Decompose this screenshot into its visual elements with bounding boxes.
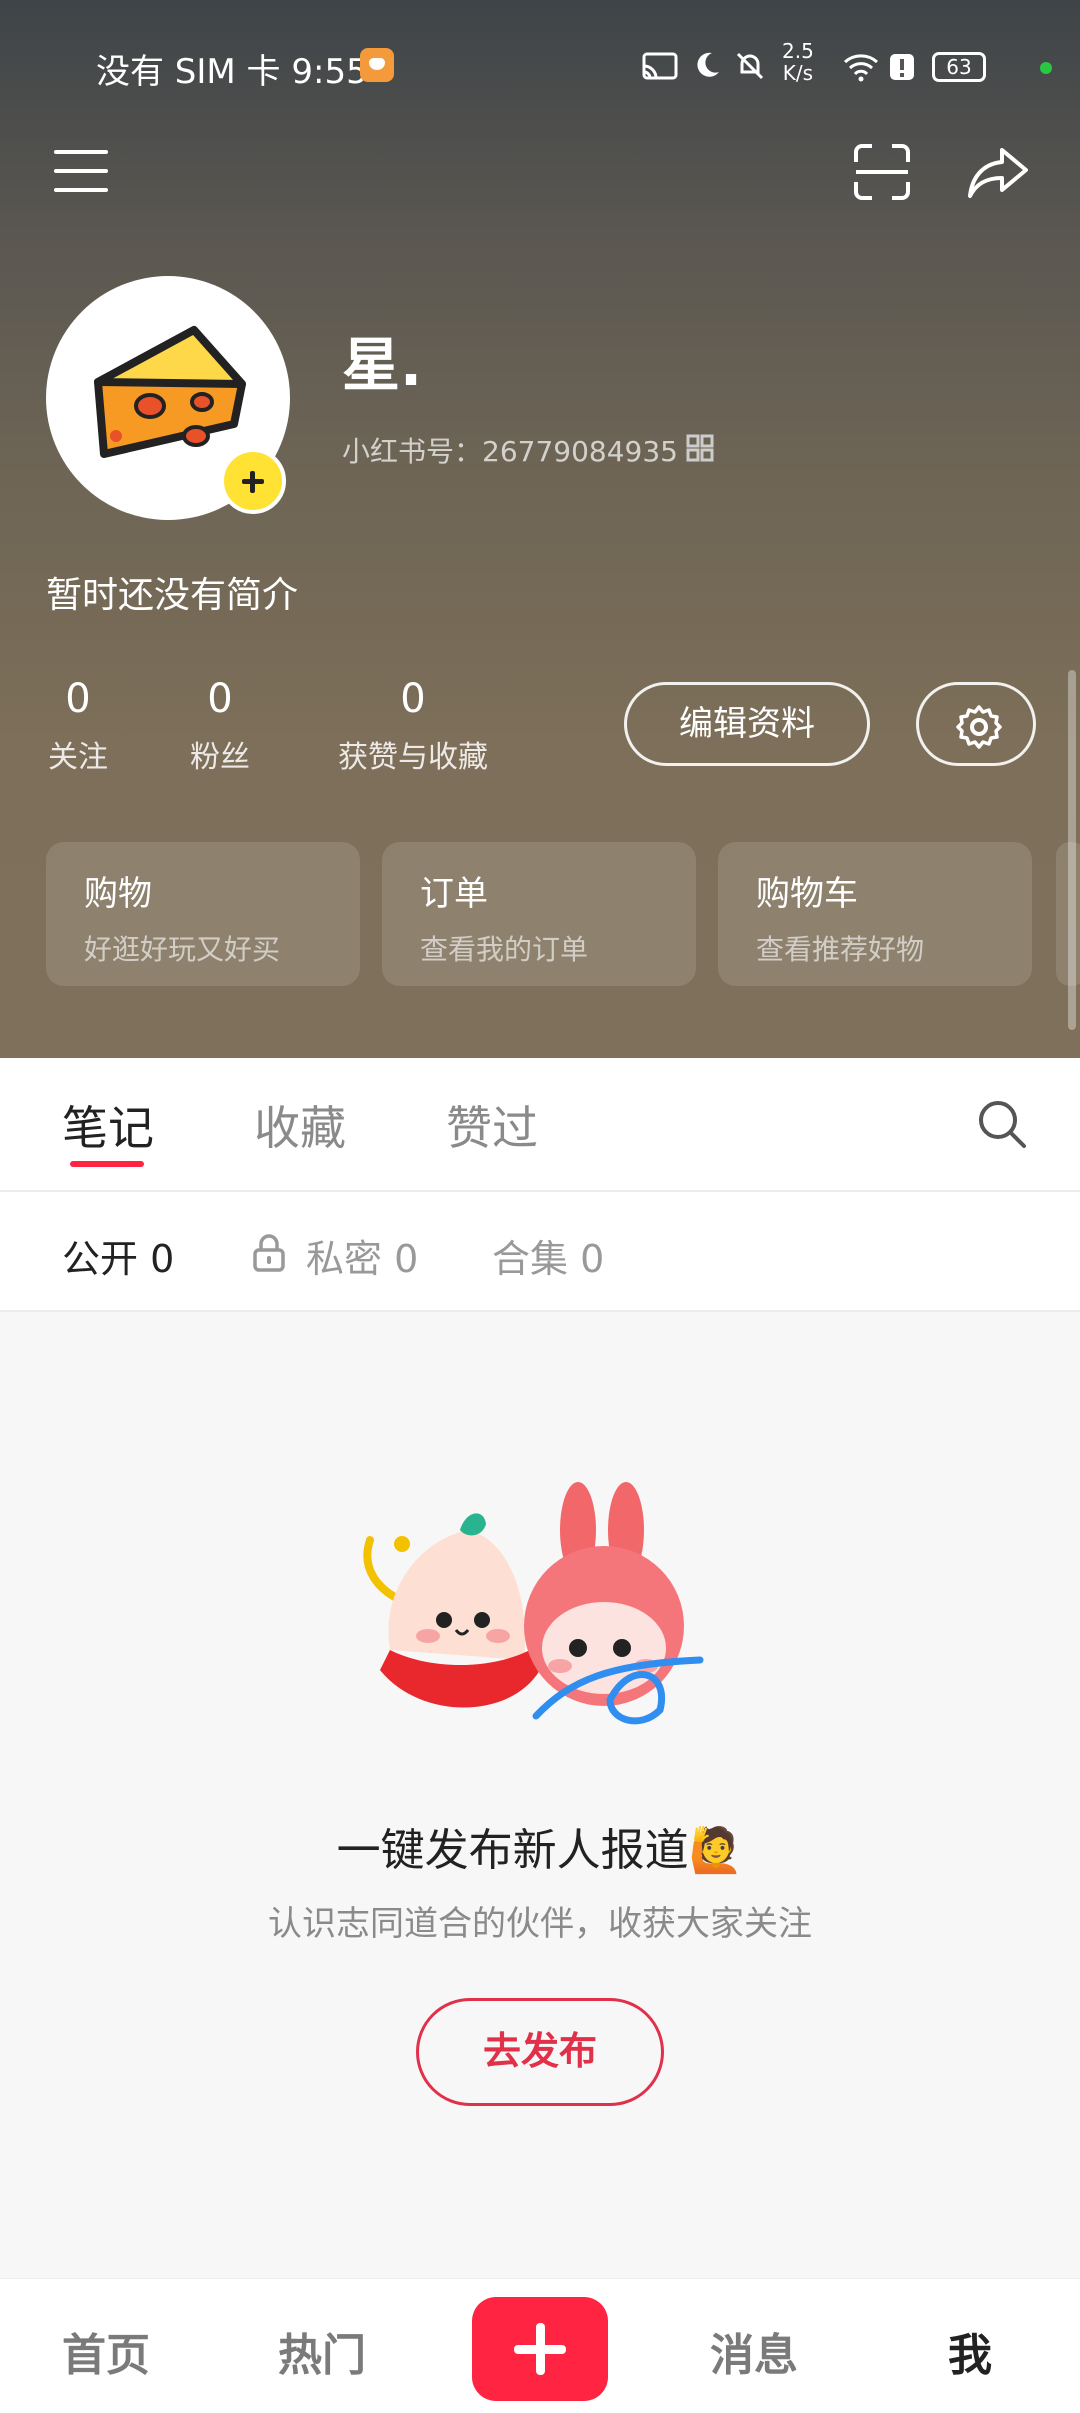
search-icon[interactable] bbox=[976, 1098, 1028, 1150]
stat-followers-count: 0 bbox=[207, 676, 233, 722]
stat-followers[interactable]: 0 粉丝 bbox=[188, 676, 252, 776]
status-bar: 没有 SIM 卡 9:55 2.5 K/s 63 bbox=[0, 40, 1080, 94]
card-orders-title: 订单 bbox=[420, 874, 488, 914]
stat-likes-count: 0 bbox=[400, 676, 426, 722]
net-speed: 2.5 K/s bbox=[782, 39, 814, 85]
bottom-nav: 首页 热门 消息 我 bbox=[0, 2278, 1080, 2413]
tab-collections[interactable]: 收藏 bbox=[254, 1092, 346, 1158]
profile-id: 小红书号：26779084935 bbox=[342, 435, 678, 468]
cast-icon bbox=[642, 52, 678, 80]
card-shopping-title: 购物 bbox=[84, 874, 152, 914]
stat-following[interactable]: 0 关注 bbox=[46, 676, 110, 776]
empty-state-subtitle: 认识志同道合的伙伴，收获大家关注 bbox=[268, 1904, 812, 1944]
stat-likes-label: 获赞与收藏 bbox=[338, 740, 488, 775]
nav-trending[interactable]: 热门 bbox=[278, 2319, 366, 2383]
card-orders[interactable]: 订单 查看我的订单 bbox=[382, 842, 696, 986]
active-tab-underline bbox=[70, 1161, 144, 1167]
scan-icon[interactable] bbox=[852, 142, 912, 202]
create-post-button[interactable] bbox=[472, 2297, 608, 2401]
card-orders-subtitle: 查看我的订单 bbox=[420, 933, 589, 966]
subtab-albums[interactable]: 合集 0 bbox=[492, 1228, 604, 1283]
stat-following-label: 关注 bbox=[48, 740, 108, 775]
profile-header: 没有 SIM 卡 9:55 2.5 K/s 63 星. 小红书号：26779084… bbox=[0, 0, 1080, 1058]
tab-liked[interactable]: 赞过 bbox=[446, 1092, 538, 1158]
qr-code-icon[interactable] bbox=[686, 434, 714, 462]
profile-name: 星. bbox=[342, 331, 423, 399]
alert-icon bbox=[890, 54, 914, 80]
card-shopping-subtitle: 好逛好玩又好买 bbox=[84, 933, 281, 966]
nav-home[interactable]: 首页 bbox=[62, 2319, 150, 2383]
stat-likes-collects[interactable]: 0 获赞与收藏 bbox=[328, 676, 498, 776]
app-notification-icon bbox=[360, 48, 394, 82]
lock-icon bbox=[253, 1234, 285, 1272]
stat-following-count: 0 bbox=[65, 676, 91, 722]
wifi-icon bbox=[844, 54, 878, 82]
privacy-dot bbox=[1040, 62, 1052, 74]
profile-bio: 暂时还没有简介 bbox=[46, 575, 299, 616]
scroll-indicator bbox=[1068, 670, 1076, 1030]
card-shopping[interactable]: 购物 好逛好玩又好买 bbox=[46, 842, 360, 986]
card-cart-title: 购物车 bbox=[756, 874, 858, 914]
card-cart[interactable]: 购物车 查看推荐好物 bbox=[718, 842, 1032, 986]
status-left-text: 没有 SIM 卡 9:55 bbox=[96, 52, 368, 92]
stat-followers-label: 粉丝 bbox=[190, 740, 250, 775]
settings-button[interactable] bbox=[916, 682, 1036, 766]
battery-indicator: 63 bbox=[932, 52, 986, 82]
card-cart-subtitle: 查看推荐好物 bbox=[756, 933, 925, 966]
visibility-subtabs: 公开 0 私密 0 合集 0 bbox=[0, 1192, 1080, 1312]
mascot-illustration bbox=[363, 1482, 704, 1725]
content-tabs: 笔记 收藏 赞过 bbox=[0, 1058, 1080, 1192]
add-avatar-button[interactable] bbox=[220, 448, 286, 514]
edit-profile-button[interactable]: 编辑资料 bbox=[624, 682, 870, 766]
publish-button[interactable]: 去发布 bbox=[416, 1998, 664, 2106]
share-icon[interactable] bbox=[966, 140, 1030, 204]
nav-messages[interactable]: 消息 bbox=[710, 2319, 798, 2383]
moon-icon bbox=[697, 52, 719, 77]
subtab-public[interactable]: 公开 0 bbox=[62, 1228, 174, 1283]
tab-notes[interactable]: 笔记 bbox=[62, 1092, 154, 1158]
subtab-private[interactable]: 私密 0 bbox=[306, 1228, 418, 1283]
empty-state-title: 一键发布新人报道🙋 bbox=[336, 1825, 744, 1876]
status-right-icons: 2.5 K/s 63 bbox=[642, 40, 1052, 94]
nav-me[interactable]: 我 bbox=[948, 2319, 992, 2383]
gear-icon bbox=[956, 705, 1002, 749]
menu-icon[interactable] bbox=[54, 148, 108, 194]
mute-bell-icon bbox=[736, 52, 764, 80]
